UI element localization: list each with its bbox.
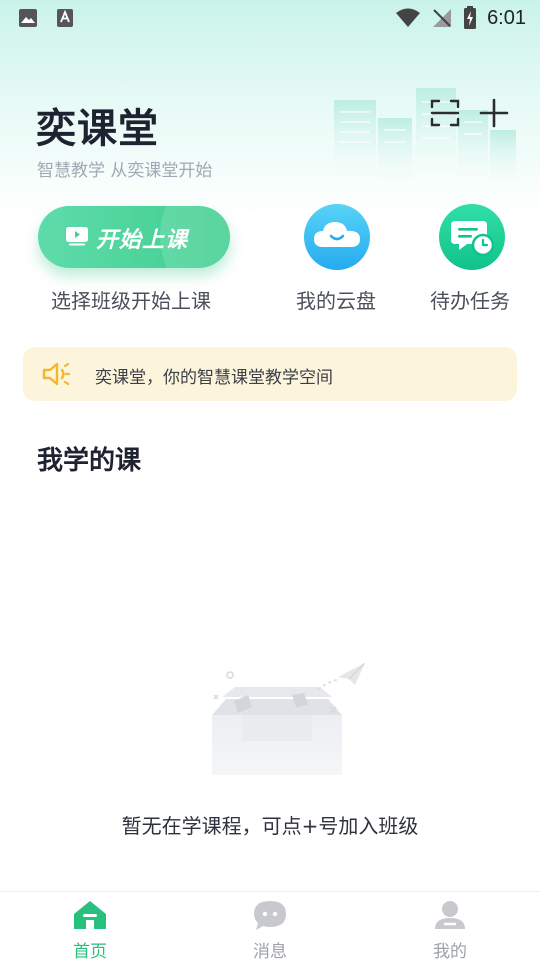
app-subtitle: 智慧教学 从奕课堂开始 <box>37 161 213 181</box>
notice-text: 奕课堂，你的智慧课堂教学空间 <box>95 368 333 388</box>
task-clock-icon <box>451 221 495 257</box>
cloud-drive-button[interactable] <box>304 204 370 270</box>
tab-messages[interactable]: 消息 <box>180 892 360 962</box>
start-class-label: 开始上课 <box>96 228 189 253</box>
profile-icon <box>435 901 465 929</box>
start-class-button[interactable]: 开始上课 <box>38 206 230 268</box>
tab-messages-label: 消息 <box>253 942 287 962</box>
text-notification-icon <box>57 9 73 27</box>
scan-icon[interactable] <box>430 98 460 128</box>
wifi-icon <box>396 8 421 27</box>
cloud-icon <box>314 222 360 247</box>
empty-box-illustration <box>212 662 366 775</box>
todo-tasks-caption[interactable]: 待办任务 <box>430 285 510 314</box>
start-class-caption[interactable]: 选择班级开始上课 <box>51 285 211 314</box>
app-title: 奕课堂 <box>36 106 159 152</box>
image-notification-icon <box>19 9 37 27</box>
tab-profile[interactable]: 我的 <box>360 892 540 962</box>
cloud-drive-caption[interactable]: 我的云盘 <box>296 285 376 314</box>
status-time: 6:01 <box>487 6 526 29</box>
empty-courses-message: 暂无在学课程，可点+号加入班级 <box>121 814 419 838</box>
my-courses-title: 我学的课 <box>37 446 142 476</box>
tab-home-label: 首页 <box>73 942 107 962</box>
speaker-icon <box>42 362 71 386</box>
tab-home[interactable]: 首页 <box>0 892 180 962</box>
todo-tasks-button[interactable] <box>439 204 505 270</box>
play-video-icon <box>66 227 88 246</box>
add-icon[interactable] <box>478 97 510 129</box>
message-icon <box>254 901 286 930</box>
bottom-tab-bar: 首页 消息 我的 <box>0 891 540 962</box>
home-icon <box>74 901 106 929</box>
notice-banner[interactable]: 奕课堂，你的智慧课堂教学空间 <box>23 347 517 401</box>
battery-charging-icon <box>464 6 477 29</box>
no-signal-icon <box>433 9 452 27</box>
status-bar: 6:01 <box>0 0 540 36</box>
tab-profile-label: 我的 <box>433 942 467 962</box>
